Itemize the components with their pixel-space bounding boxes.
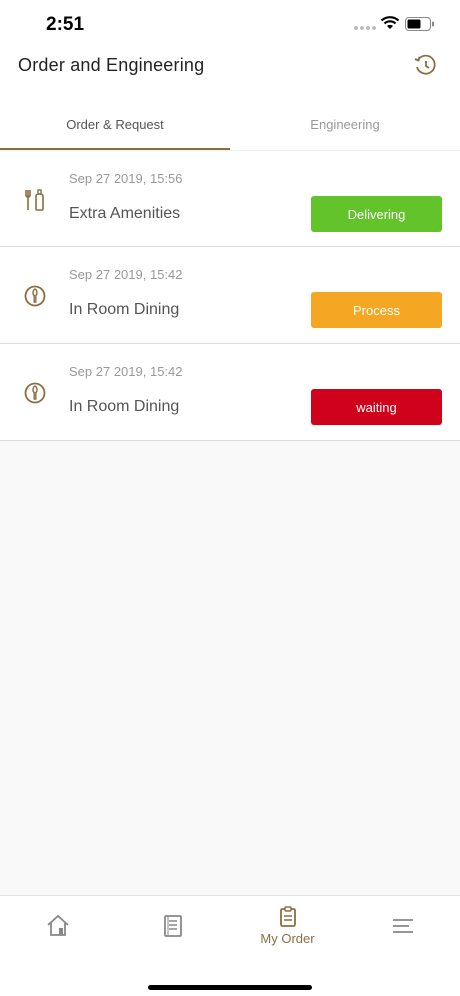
bottom-tab-bar: My Order	[0, 895, 460, 996]
status-badge: Process	[311, 292, 442, 328]
battery-icon	[405, 17, 434, 31]
status-bar: 2:51	[0, 0, 460, 48]
home-icon	[46, 914, 69, 936]
order-date: Sep 27 2019, 15:56	[69, 171, 183, 186]
wifi-icon	[380, 16, 400, 29]
order-item[interactable]: Sep 27 2019, 15:42 In Room Dining Proces…	[0, 247, 460, 344]
history-button[interactable]	[410, 50, 440, 80]
tab-order-request[interactable]: Order & Request	[0, 98, 230, 150]
order-list: Sep 27 2019, 15:56 Extra Amenities Deliv…	[0, 150, 460, 441]
tab-home[interactable]	[0, 896, 115, 956]
amenities-icon	[22, 187, 48, 213]
tab-switcher: Order & Request Engineering	[0, 98, 460, 150]
header: Order and Engineering	[0, 48, 460, 98]
dining-icon	[22, 283, 48, 309]
status-time: 2:51	[46, 14, 85, 35]
status-badge: waiting	[311, 389, 442, 425]
status-badge: Delivering	[311, 196, 442, 232]
order-name: In Room Dining	[69, 301, 180, 318]
menu-book-icon	[163, 915, 182, 937]
clipboard-icon	[279, 906, 296, 927]
dining-icon	[22, 380, 48, 406]
order-item[interactable]: Sep 27 2019, 15:42 In Room Dining waitin…	[0, 344, 460, 441]
tab-engineering[interactable]: Engineering	[230, 98, 460, 150]
order-name: Extra Amenities	[69, 205, 181, 222]
tab-my-order-label: My Order	[260, 931, 315, 946]
tab-menu[interactable]	[115, 896, 230, 956]
tab-more[interactable]	[345, 896, 460, 956]
order-date: Sep 27 2019, 15:42	[69, 267, 183, 282]
order-name: In Room Dining	[69, 398, 180, 415]
hamburger-icon	[392, 919, 413, 933]
home-indicator[interactable]	[148, 985, 312, 990]
tab-my-order[interactable]: My Order	[230, 896, 345, 956]
signal-icon	[354, 26, 376, 30]
order-item[interactable]: Sep 27 2019, 15:56 Extra Amenities Deliv…	[0, 150, 460, 247]
history-icon	[414, 54, 436, 75]
order-date: Sep 27 2019, 15:42	[69, 364, 183, 379]
page-title: Order and Engineering	[18, 55, 205, 75]
